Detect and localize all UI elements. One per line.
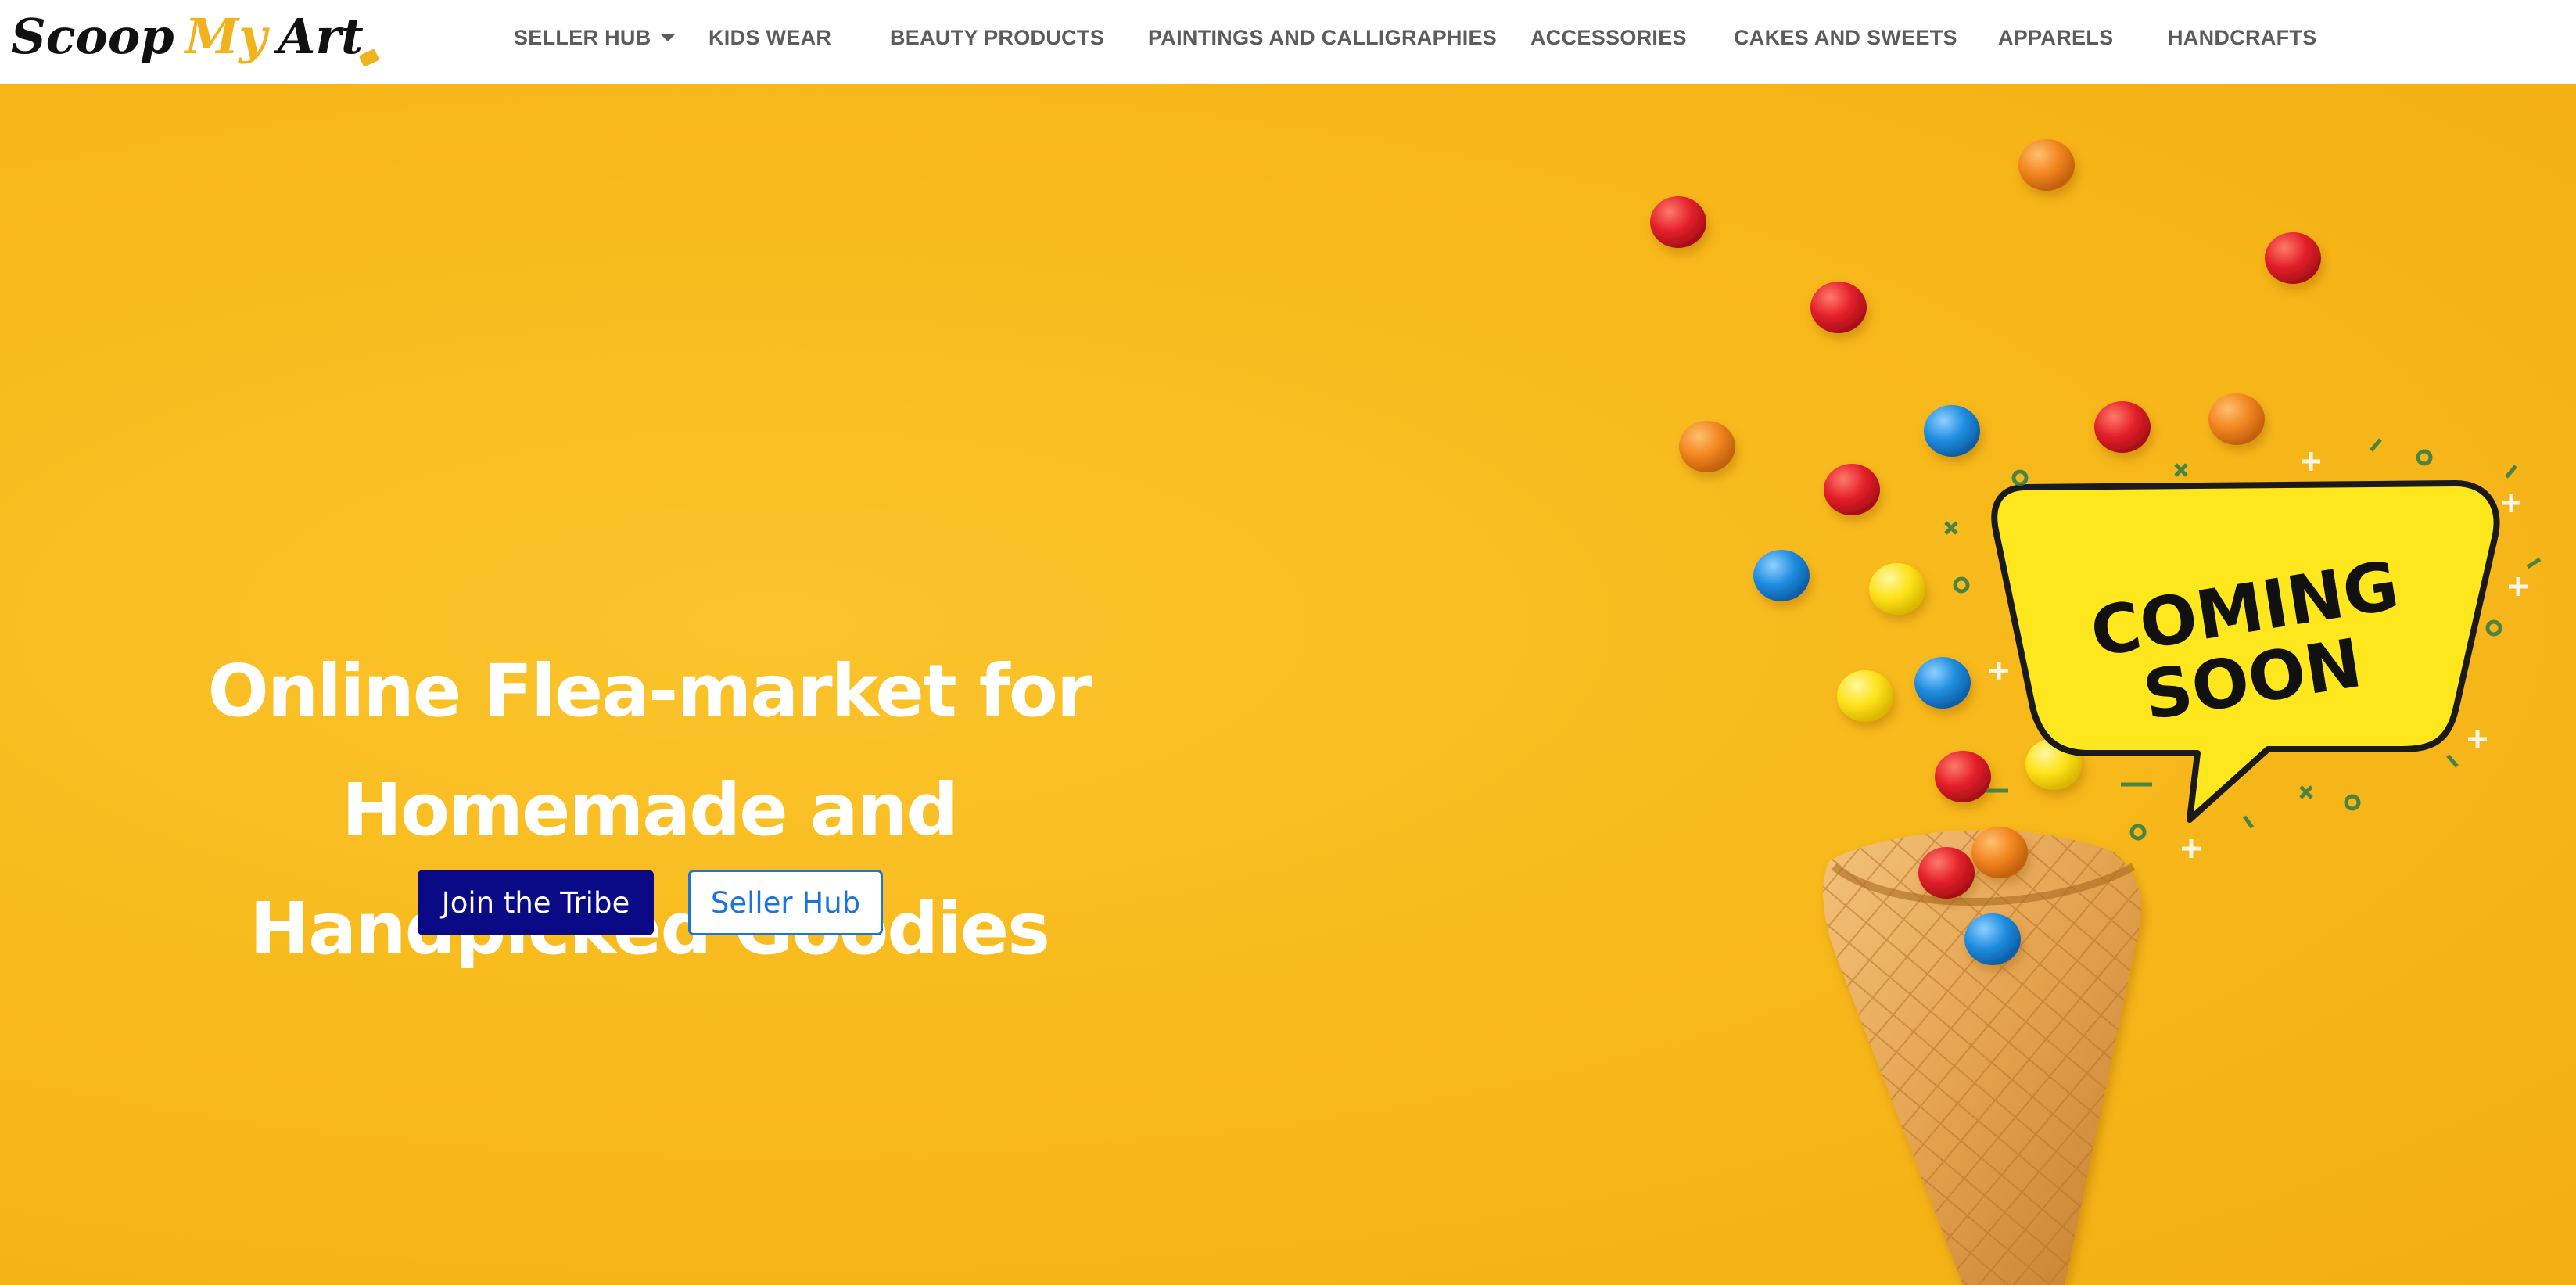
ice-cream-cone-icon [1823, 830, 2142, 1285]
hero-banner: COMING SOON Online Flea-market for Homem… [0, 84, 2576, 1285]
nav-paintings-and-calligraphies[interactable]: PAINTINGS AND CALLIGRAPHIES [1148, 23, 1497, 52]
nav-accessories[interactable]: ACCESSORIES [1530, 23, 1687, 52]
page: Scoop My Art SELLER HUB KIDS WEAR BEAUTY… [0, 0, 2576, 1285]
nav-handcrafts[interactable]: HANDCRAFTS [2168, 23, 2316, 52]
nav-cakes-and-sweets[interactable]: CAKES AND SWEETS [1734, 23, 1957, 52]
nav-seller-hub-dropdown[interactable]: SELLER HUB [514, 23, 675, 52]
nav-kids-wear[interactable]: KIDS WEAR [709, 23, 831, 52]
seller-hub-button[interactable]: Seller Hub [688, 870, 883, 935]
top-navbar: Scoop My Art SELLER HUB KIDS WEAR BEAUTY… [0, 0, 2576, 84]
hero-title-line-1: Online Flea-market for Homemade and [207, 649, 1092, 852]
chevron-down-icon [660, 34, 675, 41]
coming-soon-bubble: COMING SOON [1944, 438, 2542, 858]
join-the-tribe-button[interactable]: Join the Tribe [418, 870, 654, 935]
main-nav: SELLER HUB KIDS WEAR BEAUTY PRODUCTS PAI… [0, 0, 2576, 74]
nav-beauty-products[interactable]: BEAUTY PRODUCTS [890, 23, 1104, 52]
nav-seller-hub-label: SELLER HUB [514, 25, 651, 49]
nav-apparels[interactable]: APPARELS [1998, 23, 2113, 52]
